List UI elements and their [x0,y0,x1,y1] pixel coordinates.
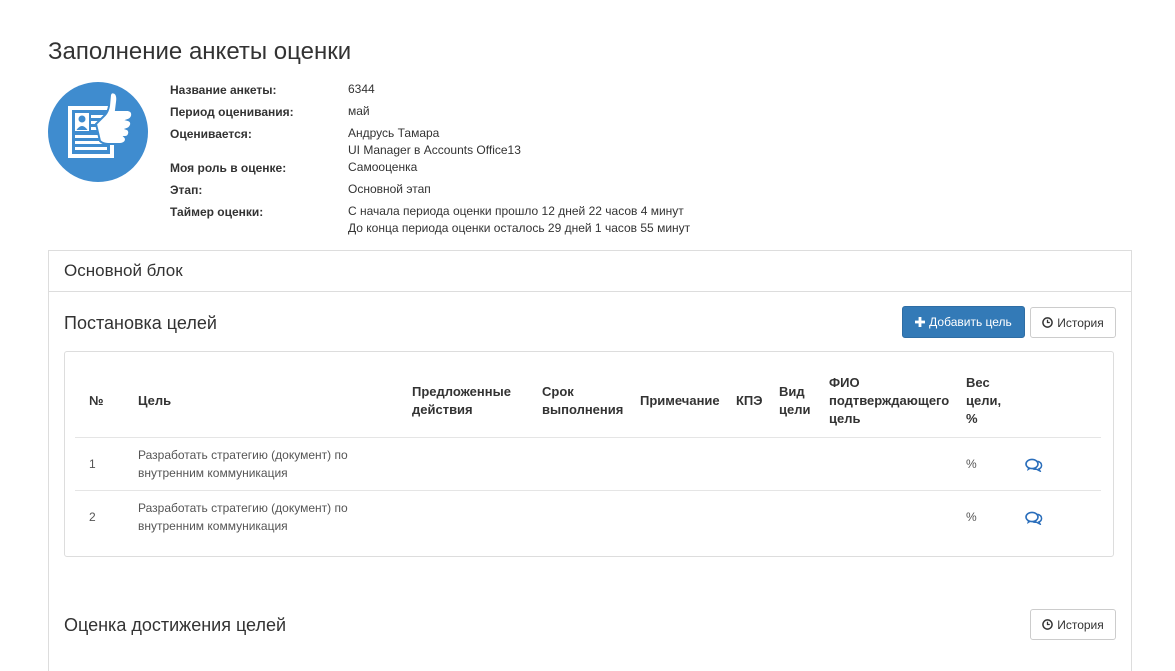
row-goal: Разработать стратегию (документ) по внут… [138,499,348,535]
info-label-period: Период оценивания: [170,105,294,119]
header-goal: Цель [138,393,172,408]
header-weight-line1: Вес [966,375,990,390]
row-goal-line2: внутренним коммуникация [138,466,288,480]
row-num: 2 [89,510,96,524]
row-num: 1 [89,457,96,471]
header-type: Вид цели [779,383,810,419]
header-actions-line2: действия [412,402,473,417]
header-weight: Вес цели, % [966,374,1001,428]
header-type-line1: Вид [779,384,805,399]
goals-history-label: История [1057,315,1104,330]
info-value-period: май [348,104,370,118]
main-block-panel: Основной блок Постановка целей Добавить … [48,250,1132,671]
goals-history-button[interactable]: История [1030,307,1116,338]
comments-icon[interactable] [1025,458,1043,472]
header-type-line2: цели [779,402,811,417]
row-goal-line1: Разработать стратегию (документ) по [138,501,348,515]
add-goal-label: Добавить цель [929,315,1012,329]
header-actions-line1: Предложенные [412,384,511,399]
info-value-name: 6344 [348,82,375,96]
page-title: Заполнение анкеты оценки [48,38,352,65]
questionnaire-avatar-icon [48,82,148,182]
main-block-title: Основной блок [64,261,183,280]
achievement-section-title: Оценка достижения целей [64,615,287,635]
clock-icon [1042,619,1054,630]
header-confirmer-line3: цель [829,411,861,426]
header-weight-line3: % [966,411,978,426]
info-value-evaluated-position: UI Manager в Accounts Office13 [348,143,521,157]
row-weight: % [966,457,977,471]
row-weight: % [966,510,977,524]
row-goal-line2: внутренним коммуникация [138,519,288,533]
info-value-stage: Основной этап [348,182,431,196]
info-value-timer-elapsed: С начала периода оценки прошло 12 дней 2… [348,204,684,218]
goals-table: № Цель Предложенные действия Срок выполн… [64,351,1114,557]
header-confirmer-line2: подтверждающего [829,393,950,408]
header-divider [75,437,1101,438]
clock-icon [1042,317,1054,328]
info-label-stage: Этап: [170,183,203,197]
row-goal-line1: Разработать стратегию (документ) по [138,448,348,462]
info-value-evaluated-name: Андрусь Тамара [348,126,440,140]
header-weight-line2: цели, [966,393,1002,408]
achievement-history-button[interactable]: История [1030,609,1116,640]
info-label-evaluated: Оценивается: [170,127,252,141]
info-value-timer-remaining: До конца периода оценки осталось 29 дней… [348,221,691,235]
header-deadline: Срок выполнения [542,383,623,419]
comments-icon[interactable] [1025,511,1043,525]
info-label-timer: Таймер оценки: [170,205,264,219]
header-num: № [89,393,104,408]
header-deadline-line2: выполнения [542,402,624,417]
header-confirmer: ФИО подтверждающего цель [829,374,949,428]
info-label-role: Моя роль в оценке: [170,161,287,175]
goals-section-title: Постановка целей [64,313,217,333]
header-note: Примечание [640,393,720,408]
info-label-name: Название анкеты: [170,83,277,97]
info-value-role: Самооценка [348,160,418,174]
achievement-history-label: История [1057,617,1104,632]
header-kpe: КПЭ [736,393,763,408]
header-confirmer-line1: ФИО [829,375,860,390]
add-goal-button[interactable]: Добавить цель [902,306,1025,338]
row-goal: Разработать стратегию (документ) по внут… [138,446,348,482]
plus-icon [915,317,926,327]
header-actions: Предложенные действия [412,383,511,419]
header-deadline-line1: Срок [542,384,574,399]
row-divider [75,490,1101,491]
main-block-header: Основной блок [49,251,1131,292]
